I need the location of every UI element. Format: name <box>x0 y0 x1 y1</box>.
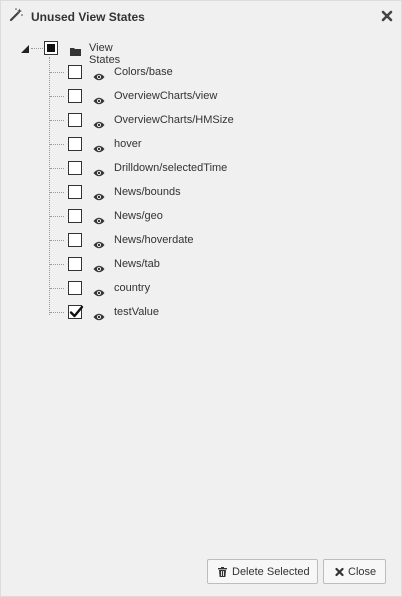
tree-item[interactable]: OverviewCharts/HMSize <box>1 109 401 133</box>
item-checkbox[interactable] <box>68 185 82 199</box>
item-checkbox[interactable] <box>68 65 82 79</box>
tree-expanded-triangle-icon[interactable] <box>17 41 31 55</box>
tree-connector <box>50 216 64 217</box>
tree-item-label: country <box>114 282 151 294</box>
item-checkbox[interactable] <box>68 209 82 223</box>
eye-icon <box>93 284 105 297</box>
dialog-title: Unused View States <box>31 10 145 24</box>
item-checkbox[interactable] <box>68 281 82 295</box>
tree-item-label: testValue <box>114 306 160 318</box>
item-checkbox[interactable] <box>68 89 82 103</box>
tree-item[interactable]: testValue <box>1 301 401 325</box>
eye-icon <box>93 68 105 81</box>
close-icon[interactable] <box>381 9 393 22</box>
dialog-titlebar: Unused View States <box>1 1 401 33</box>
magic-wand-icon <box>9 8 23 22</box>
tree-item[interactable]: country <box>1 277 401 301</box>
eye-icon <box>93 188 105 201</box>
eye-icon <box>93 212 105 225</box>
delete-selected-button[interactable]: Delete Selected <box>207 559 318 584</box>
tree-item[interactable]: Colors/base <box>1 61 401 85</box>
close-x-icon <box>335 567 344 577</box>
eye-icon <box>93 164 105 177</box>
item-checkbox[interactable] <box>68 137 82 151</box>
tree-connector <box>50 312 64 313</box>
delete-selected-label: Delete Selected <box>232 566 310 578</box>
tree-connector <box>50 168 64 169</box>
item-checkbox[interactable] <box>68 113 82 127</box>
checkmark-icon <box>69 305 84 318</box>
close-button[interactable]: Close <box>323 559 386 584</box>
item-checkbox[interactable] <box>68 305 84 319</box>
tree-connector <box>50 264 64 265</box>
tree-item[interactable]: OverviewCharts/view <box>1 85 401 109</box>
tree-item-label: News/bounds <box>114 186 181 198</box>
eye-icon <box>93 308 105 321</box>
tree-item[interactable]: News/geo <box>1 205 401 229</box>
tree-item[interactable]: News/bounds <box>1 181 401 205</box>
trash-icon <box>218 567 227 577</box>
tree-connector <box>50 192 64 193</box>
tree-item[interactable]: News/hoverdate <box>1 229 401 253</box>
unused-view-states-dialog: Unused View States View States Colors/ba… <box>0 0 402 597</box>
root-checkbox[interactable] <box>44 41 58 55</box>
tree-item-label: Colors/base <box>114 66 173 78</box>
tree-item-label: Drilldown/selectedTime <box>114 162 228 174</box>
tree-connector <box>50 120 64 121</box>
close-label: Close <box>348 566 377 578</box>
eye-icon <box>93 116 105 129</box>
eye-icon <box>93 92 105 105</box>
tree-item-label: OverviewCharts/view <box>114 90 218 102</box>
tree-item-label: News/geo <box>114 210 163 222</box>
tree-connector <box>50 240 64 241</box>
tree-item-label: OverviewCharts/HMSize <box>114 114 234 126</box>
tree-item[interactable]: Drilldown/selectedTime <box>1 157 401 181</box>
tree-connector <box>50 288 64 289</box>
item-checkbox[interactable] <box>68 233 82 247</box>
tree-item-label: News/tab <box>114 258 160 270</box>
tree-item-label: News/hoverdate <box>114 234 194 246</box>
tree-item-label: hover <box>114 138 142 150</box>
eye-icon <box>93 236 105 249</box>
eye-icon <box>93 140 105 153</box>
tree-connector <box>50 72 64 73</box>
tree-connector <box>31 48 43 49</box>
tree-connector <box>50 96 64 97</box>
eye-icon <box>93 260 105 273</box>
tree-item[interactable]: News/tab <box>1 253 401 277</box>
item-checkbox[interactable] <box>68 161 82 175</box>
folder-icon <box>70 43 81 56</box>
item-checkbox[interactable] <box>68 257 82 271</box>
partial-check-indicator <box>47 44 55 52</box>
tree-item[interactable]: hover <box>1 133 401 157</box>
tree-connector <box>50 144 64 145</box>
